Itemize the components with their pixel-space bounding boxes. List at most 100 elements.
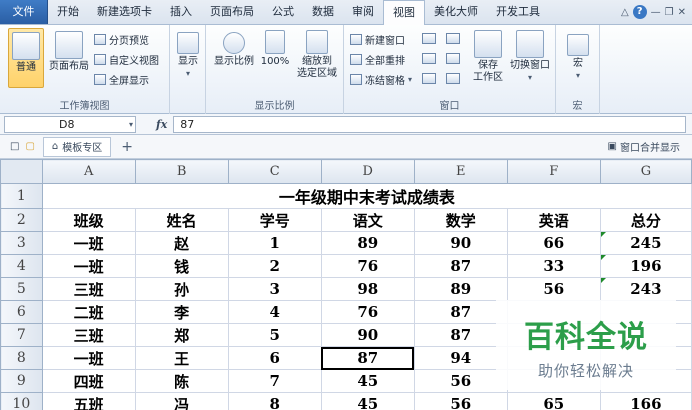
cell[interactable]: 89 [413, 277, 508, 301]
cell[interactable]: 87 [413, 254, 508, 278]
cell[interactable]: 166 [599, 392, 692, 410]
zoom-100-button[interactable]: 100% [260, 28, 290, 68]
tab-data[interactable]: 数据 [303, 0, 343, 24]
header-cell[interactable]: 学号 [227, 208, 322, 232]
header-cell[interactable]: 英语 [506, 208, 601, 232]
reset-position-icon[interactable] [446, 73, 460, 84]
cell[interactable]: 98 [320, 277, 415, 301]
cell[interactable]: 89 [320, 231, 415, 255]
cell[interactable]: 1 [227, 231, 322, 255]
cell[interactable]: 一班 [41, 231, 136, 255]
cell[interactable]: 一班 [41, 254, 136, 278]
unhide-window-icon[interactable] [422, 73, 436, 84]
new-window-button[interactable]: 新建窗口 [350, 31, 405, 47]
sync-scroll-icon[interactable] [446, 53, 460, 64]
row-header[interactable]: 10 [0, 392, 43, 410]
column-header[interactable]: G [599, 159, 692, 184]
cell[interactable]: 孙 [134, 277, 229, 301]
tab-view[interactable]: 视图 [383, 0, 425, 25]
cell[interactable]: 66 [506, 231, 601, 255]
cell[interactable]: 钱 [134, 254, 229, 278]
new-tab-icon[interactable]: + [121, 139, 133, 155]
cell[interactable]: 李 [134, 300, 229, 324]
full-screen-button[interactable]: 全屏显示 [94, 71, 149, 87]
tab-template-zone[interactable]: ⌂ 模板专区 [42, 136, 112, 157]
custom-views-button[interactable]: 自定义视图 [94, 51, 159, 67]
cell[interactable]: 3 [227, 277, 322, 301]
cell[interactable]: 243 [599, 277, 692, 301]
cell[interactable]: 郑 [134, 323, 229, 347]
header-cell[interactable]: 总分 [599, 208, 692, 232]
row-header[interactable]: 9 [0, 369, 43, 393]
cell[interactable]: 4 [227, 300, 322, 324]
cell[interactable]: 245 [599, 231, 692, 255]
ribbon-collapse-icon[interactable]: △ [621, 7, 629, 18]
cell[interactable]: 56 [413, 369, 508, 393]
cell[interactable]: 三班 [41, 277, 136, 301]
sheet-title-cell[interactable]: 一年级期中末考试成绩表 [41, 183, 692, 209]
row-header[interactable]: 2 [0, 208, 43, 232]
cell[interactable]: 94 [413, 346, 508, 370]
restore-icon[interactable]: ❐ [665, 7, 674, 18]
insert-function-icon[interactable]: fx [156, 118, 167, 131]
cell[interactable]: 四班 [41, 369, 136, 393]
name-box[interactable]: D8 ▾ [4, 115, 136, 133]
hide-window-icon[interactable] [422, 53, 436, 64]
tab-file[interactable]: 文件 [0, 0, 48, 24]
cell[interactable]: 陈 [134, 369, 229, 393]
header-cell[interactable]: 姓名 [134, 208, 229, 232]
save-workspace-button[interactable]: 保存 工作区 [470, 28, 506, 84]
cell[interactable]: 6 [227, 346, 322, 370]
cell[interactable]: 56 [506, 277, 601, 301]
cell[interactable]: 三班 [41, 323, 136, 347]
cell[interactable]: 7 [227, 369, 322, 393]
column-header[interactable]: F [506, 159, 601, 184]
tab-page-layout[interactable]: 页面布局 [201, 0, 263, 24]
minimize-icon[interactable]: — [651, 7, 661, 18]
normal-view-button[interactable]: 普通 [8, 28, 44, 88]
cell[interactable]: 90 [413, 231, 508, 255]
chevron-down-icon[interactable]: ▾ [129, 117, 133, 132]
cell[interactable]: 王 [134, 346, 229, 370]
show-button[interactable]: 显示 ▾ [174, 28, 202, 80]
side-by-side-icon[interactable] [446, 33, 460, 44]
split-icon[interactable] [422, 33, 436, 44]
cell[interactable]: 33 [506, 254, 601, 278]
header-cell[interactable]: 数学 [413, 208, 508, 232]
cell[interactable]: 45 [320, 369, 415, 393]
row-header[interactable]: 3 [0, 231, 43, 255]
tab-new-tab[interactable]: 新建选项卡 [88, 0, 161, 24]
row-header[interactable]: 4 [0, 254, 43, 278]
cell[interactable]: 90 [320, 323, 415, 347]
cell[interactable]: 87 [413, 323, 508, 347]
column-header[interactable]: A [41, 159, 136, 184]
cell[interactable]: 76 [320, 300, 415, 324]
macros-button[interactable]: 宏 ▾ [564, 28, 592, 82]
page-break-preview-button[interactable]: 分页预览 [94, 31, 149, 47]
close-icon[interactable]: ✕ [678, 7, 686, 18]
column-header[interactable]: D [320, 159, 415, 184]
column-header[interactable]: C [227, 159, 322, 184]
row-header[interactable]: 1 [0, 183, 43, 209]
row-header[interactable]: 6 [0, 300, 43, 324]
zoom-to-selection-button[interactable]: 缩放到 选定区域 [294, 28, 340, 80]
tab-beautify[interactable]: 美化大师 [425, 0, 487, 24]
cell[interactable]: 一班 [41, 346, 136, 370]
window-merge-button[interactable]: ▣ 窗口合并显示 [608, 139, 680, 154]
tab-review[interactable]: 审阅 [343, 0, 383, 24]
row-header[interactable]: 7 [0, 323, 43, 347]
column-header[interactable]: B [134, 159, 229, 184]
page-layout-view-button[interactable]: 页面布局 [48, 28, 90, 73]
cell[interactable]: 56 [413, 392, 508, 410]
cell[interactable]: 196 [599, 254, 692, 278]
arrange-all-button[interactable]: 全部重排 [350, 51, 405, 67]
tab-insert[interactable]: 插入 [161, 0, 201, 24]
help-icon[interactable]: ? [632, 5, 647, 19]
document-icon[interactable]: □ [10, 141, 19, 152]
cell[interactable]: 赵 [134, 231, 229, 255]
cell[interactable]: 87 [413, 300, 508, 324]
cell[interactable]: 8 [227, 392, 322, 410]
header-cell[interactable]: 班级 [41, 208, 136, 232]
zoom-button[interactable]: 显示比例 [212, 28, 256, 68]
cell[interactable]: 二班 [41, 300, 136, 324]
